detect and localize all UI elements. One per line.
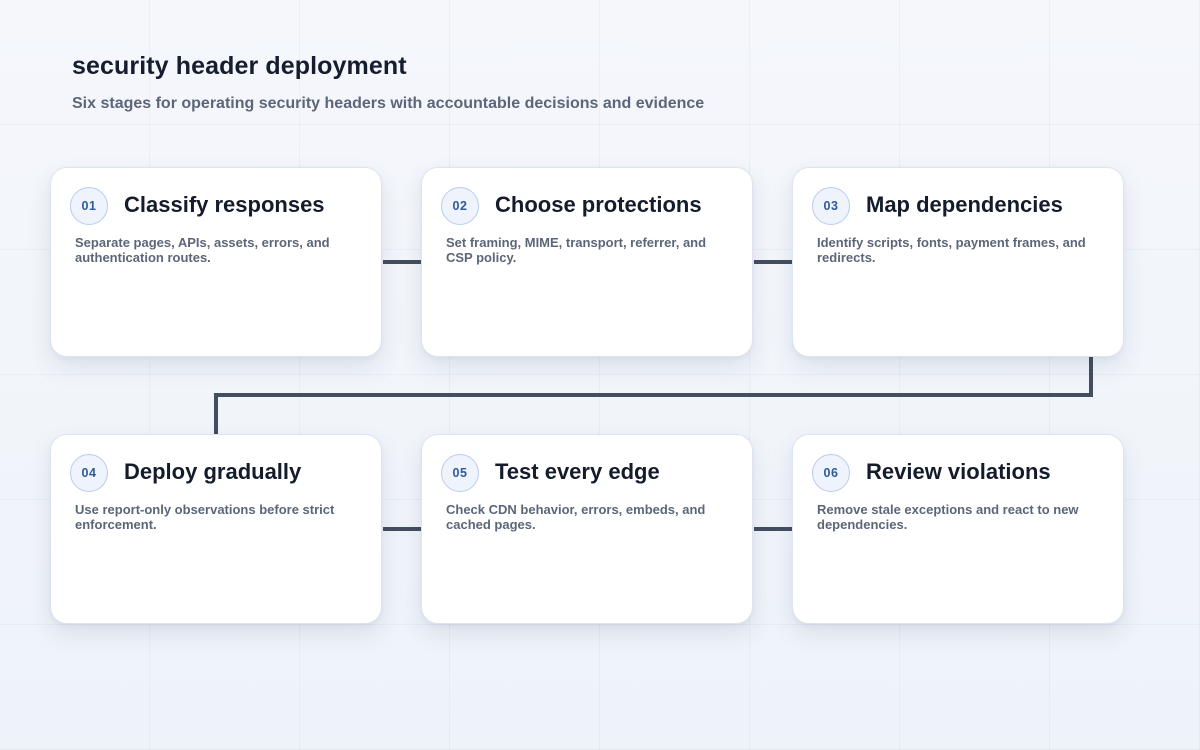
connector-03-04 [214,357,1093,434]
stage-number-badge: 06 [812,454,850,492]
stage-description: Set framing, MIME, transport, referrer, … [446,235,707,265]
stage-description: Check CDN behavior, errors, embeds, and … [446,502,706,532]
stage-description: Identify scripts, fonts, payment frames,… [817,235,1086,265]
stage-description: Use report-only observations before stri… [75,502,335,532]
stage-title: Choose protections [495,192,702,217]
stage-title: Review violations [866,459,1051,484]
stage-card-02: 02 Choose protections Set framing, MIME,… [421,167,753,357]
stage-title: Map dependencies [866,192,1063,217]
flow-connectors [214,260,1093,531]
stage-number-badge: 05 [441,454,479,492]
stage-card-06: 06 Review violations Remove stale except… [792,434,1124,624]
stage-card-04: 04 Deploy gradually Use report-only obse… [50,434,382,624]
stage-title: Test every edge [495,459,660,484]
stage-description: Remove stale exceptions and react to new… [817,502,1079,532]
stage-card-03: 03 Map dependencies Identify scripts, fo… [792,167,1124,357]
stage-card-05: 05 Test every edge Check CDN behavior, e… [421,434,753,624]
stage-number-badge: 01 [70,187,108,225]
stage-number-badge: 02 [441,187,479,225]
stage-number-badge: 04 [70,454,108,492]
stage-description: Separate pages, APIs, assets, errors, an… [75,235,330,265]
stage-number-badge: 03 [812,187,850,225]
stage-title: Deploy gradually [124,459,302,484]
stage-title: Classify responses [124,192,325,217]
stage-card-01: 01 Classify responses Separate pages, AP… [50,167,382,357]
